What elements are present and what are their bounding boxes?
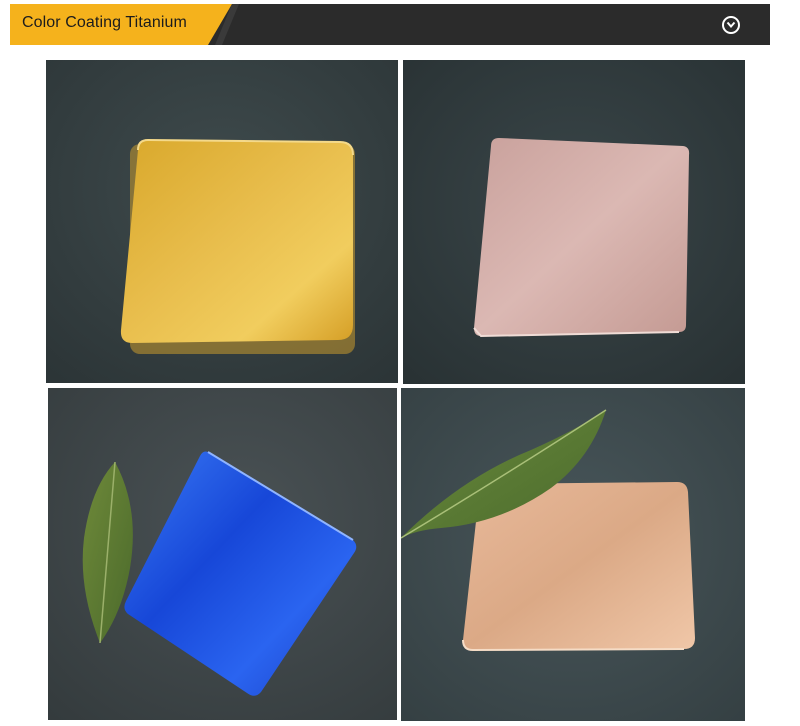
chevron-down-icon <box>726 21 736 29</box>
gold-sheet-photo <box>46 60 398 383</box>
section-title: Color Coating Titanium <box>22 14 187 31</box>
section-header: Color Coating Titanium <box>10 4 770 45</box>
blue-sheet-photo <box>48 388 397 720</box>
rose-sheet-photo <box>403 60 745 384</box>
title-tab: Color Coating Titanium <box>10 4 232 45</box>
champagne-sheet-photo <box>401 388 745 721</box>
collapse-toggle-button[interactable] <box>722 16 740 34</box>
